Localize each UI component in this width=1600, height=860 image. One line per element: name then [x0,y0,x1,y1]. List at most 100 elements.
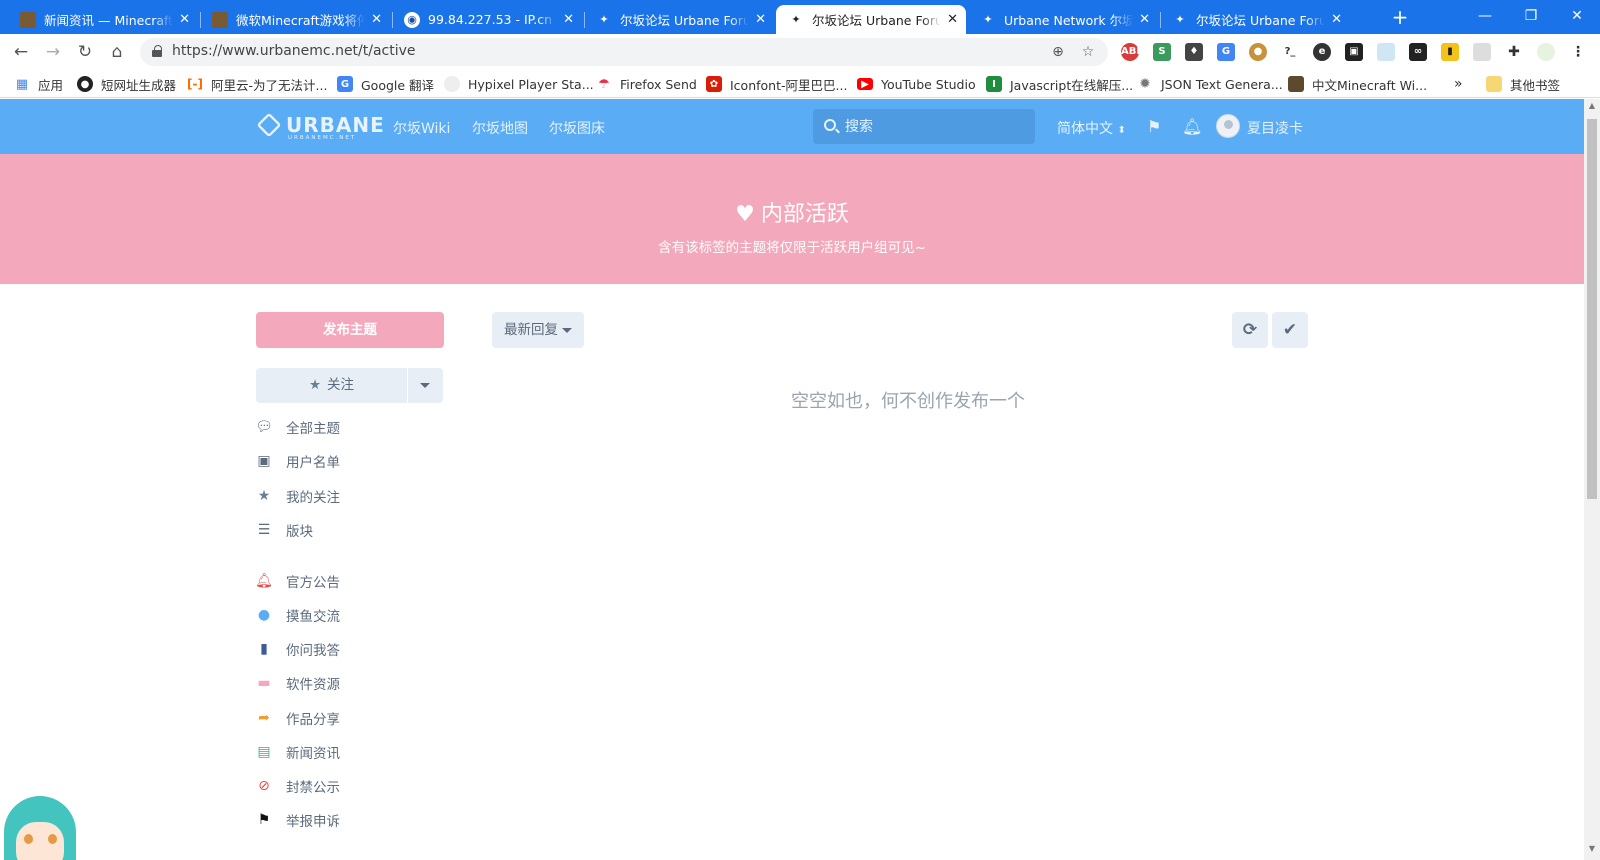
cookie-icon[interactable]: ● [1249,43,1267,61]
translate-icon[interactable]: G [1217,43,1235,61]
bookmark-item[interactable]: 中文Minecraft Wi... [1288,75,1427,93]
install-app-icon[interactable]: ⊕ [1048,42,1068,62]
share-icon: ➦ [258,710,270,726]
url-text[interactable]: https://www.urbanemc.net/t/active [172,43,416,59]
close-tab-icon[interactable]: ✕ [1139,12,1150,27]
close-tab-icon[interactable]: ✕ [755,12,766,27]
other-bookmarks[interactable]: 其他书签 [1486,75,1560,93]
extension-globe-icon[interactable] [1473,43,1491,61]
sidebar-item-announcements[interactable]: 🔔︎ 官方公告 [255,571,340,591]
incognito-icon[interactable]: ∞ [1409,43,1427,61]
search-input[interactable] [845,117,1025,137]
browser-tab-bar: 新闻资讯 — Minecraft(我的世界)中文论坛✕ 微软Minecraft游… [0,0,1600,34]
bookmark-item[interactable]: ▦ 应用 [14,75,63,93]
hypixel-icon [444,76,460,92]
address-bar[interactable]: https://www.urbanemc.net/t/active ⊕ ☆ [140,38,1108,66]
extension-shield-icon[interactable]: ♦ [1185,43,1203,61]
mark-all-read-button[interactable]: ✔ [1272,312,1308,348]
sidebar-item-all-topics[interactable]: 💬︎ 全部主题 [255,417,340,437]
close-tab-icon[interactable]: ✕ [563,12,574,27]
tag-title: ♥ 内部活跃 [735,202,849,227]
sidebar-item-showcase[interactable]: ➦ 作品分享 [256,708,340,728]
picture-in-picture-icon[interactable]: ▣ [1345,43,1363,61]
close-tab-icon[interactable]: ✕ [179,12,190,27]
browser-menu-icon[interactable]: ⋮ [1569,43,1587,61]
iconfont-icon: ✿ [706,76,722,92]
sidebar-item-bans[interactable]: ⊘ 封禁公示 [256,776,340,796]
follow-dropdown-button[interactable] [408,368,443,403]
flag-icon[interactable]: ⚑ [1147,117,1161,136]
browser-tab[interactable]: ✦ 尔坂论坛 Urbane Forum ✕ [1160,5,1350,34]
back-button[interactable]: ← [9,40,33,64]
bookmark-item[interactable]: ▶ YouTube Studio [857,75,976,93]
sidebar-item-news[interactable]: ▤ 新闻资讯 [256,742,340,762]
urbane-logo-icon: ✦ [599,13,609,26]
profile-avatar[interactable] [1537,43,1555,61]
restore-icon[interactable]: ❐ [1508,0,1554,34]
scrollbar-thumb[interactable] [1587,119,1597,499]
heart-icon: ♥ [735,202,755,227]
sidebar-item-chat[interactable]: ● 摸鱼交流 [256,605,340,625]
minecraft-block-icon [20,11,36,28]
sidebar-item-qa[interactable]: ▮ 你问我答 [256,639,340,659]
extension-query-icon[interactable]: ?_ [1281,43,1299,61]
bookmark-item[interactable]: G Google 翻译 [337,75,434,93]
post-topic-button[interactable]: 发布主题 [256,312,444,348]
nav-link-map[interactable]: 尔坂地图 [472,118,528,138]
forward-button[interactable]: → [41,40,65,64]
sidebar-item-users[interactable]: ▣ 用户名单 [256,451,340,471]
page-scrollbar[interactable]: ▲ ▼ [1584,99,1600,860]
mascot-widget[interactable] [0,796,78,860]
new-tab-button[interactable]: + [1388,6,1412,30]
bookmark-star-icon[interactable]: ☆ [1078,42,1098,62]
sidebar-item-tags[interactable]: ☰ 版块 [256,520,313,540]
extensions-puzzle-icon[interactable]: ✚ [1505,43,1523,61]
browser-tab[interactable]: ✦ 尔坂论坛 Urbane Forum ✕ [584,5,774,34]
home-button[interactable]: ⌂ [105,40,129,64]
caret-down-icon [562,328,572,333]
bookmark-item[interactable]: I Javascript在线解压... [986,75,1133,93]
scroll-up-icon[interactable]: ▲ [1584,101,1600,115]
sidebar-item-reports[interactable]: ⚑ 举报申诉 [256,810,340,830]
browser-tab[interactable]: 新闻资讯 — Minecraft(我的世界)中文论坛✕ [8,5,198,34]
close-tab-icon[interactable]: ✕ [371,12,382,27]
apps-grid-icon: ▦ [15,76,29,92]
minimize-icon[interactable]: — [1462,0,1508,34]
scroll-down-icon[interactable]: ▼ [1584,844,1600,858]
list-icon: ☰ [257,522,271,538]
cloud-icon[interactable] [1377,43,1395,61]
urbane-logo-icon: ✦ [1175,13,1185,26]
nav-link-image-host[interactable]: 尔坂图床 [549,118,605,138]
follow-button[interactable]: ★ 关注 [256,368,407,403]
bell-icon[interactable]: 🔔︎ [1182,117,1202,136]
nav-link-wiki[interactable]: 尔坂Wiki [393,118,450,138]
extension-piano-icon[interactable]: ▮ [1441,43,1459,61]
site-logo[interactable]: URBANE URBANEMC.NET [256,112,385,141]
extension-s-icon[interactable]: S [1153,43,1171,61]
reload-button[interactable]: ↻ [73,40,97,64]
adblock-icon[interactable]: ABP [1121,43,1144,61]
close-tab-icon[interactable]: ✕ [1331,12,1342,27]
extension-e-icon[interactable]: e [1313,43,1331,61]
browser-tab[interactable]: ✦ Urbane Network 尔坂网络✕ [968,5,1158,34]
bookmark-item[interactable]: [-] 阿里云-为了无法计... [187,75,327,93]
sort-icon: ⬍ [1117,125,1126,136]
browser-tab[interactable]: ◉ 99.84.227.53 - IP.cn - IP✕ [392,5,582,34]
bookmark-item[interactable]: ✹ JSON Text Genera... [1137,75,1283,93]
browser-tab[interactable]: 微软Minecraft游戏将停止支持✕ [200,5,390,34]
close-tab-icon[interactable]: ✕ [947,12,958,27]
sidebar-item-following[interactable]: ★ 我的关注 [256,486,340,506]
bookmark-item[interactable]: Hypixel Player Sta... [444,75,594,93]
bookmark-item[interactable]: ● 短网址生成器 [77,75,176,93]
sidebar-item-software[interactable]: ▬ 软件资源 [256,673,340,693]
avatar[interactable] [1216,114,1240,138]
bookmark-item[interactable]: ✿ Iconfont-阿里巴巴... [706,75,847,93]
language-selector[interactable]: 简体中文 ⬍ [1057,118,1126,138]
sort-dropdown[interactable]: 最新回复 [492,312,584,348]
close-window-icon[interactable]: ✕ [1554,0,1600,34]
bookmark-item[interactable]: ☂ Firefox Send [596,75,697,93]
refresh-button[interactable]: ⟳ [1232,312,1268,348]
browser-tab-active[interactable]: ✦ 尔坂论坛 Urbane Forum ✕ [776,5,966,34]
more-bookmarks-button[interactable]: » [1454,75,1463,93]
username[interactable]: 夏目凌卡 [1247,118,1303,138]
